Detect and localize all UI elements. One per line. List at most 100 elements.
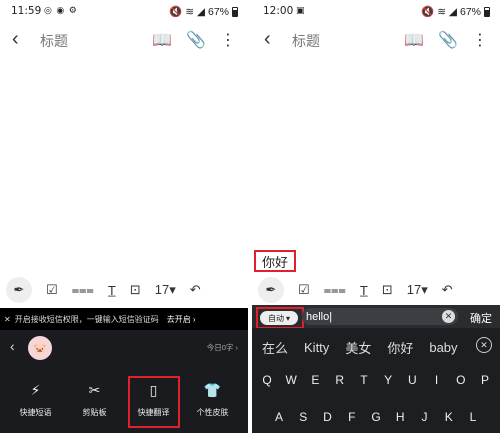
tool-quick-phrase[interactable]: ⚡ 快捷短语 bbox=[10, 382, 62, 418]
more-vertical-icon[interactable]: ⋮ bbox=[472, 30, 488, 50]
today-word-count: 今日0字 › bbox=[206, 343, 238, 352]
enable-link-label: 去开启 bbox=[166, 314, 191, 324]
tool-skin[interactable]: 👕 个性皮肤 bbox=[187, 382, 239, 418]
confirm-button[interactable]: 确定 bbox=[470, 310, 492, 326]
candidate-item[interactable]: 在么 bbox=[262, 338, 288, 357]
note-title[interactable]: 标题 bbox=[40, 31, 68, 51]
underline-text-icon[interactable]: T̲ bbox=[360, 283, 368, 298]
translate-input-value: hello bbox=[306, 310, 330, 323]
key[interactable]: T bbox=[353, 373, 375, 387]
status-bar: 11:59 ◎ ◉ ⚙ 🔇 ≋ ◢ 67% bbox=[0, 0, 248, 22]
status-time: 11:59 bbox=[11, 5, 42, 17]
topbar-actions: 📖 📎 ⋮ bbox=[404, 30, 488, 50]
tool-clipboard[interactable]: ✂ 剪贴板 bbox=[69, 382, 121, 418]
underline-text-icon[interactable]: T̲ bbox=[108, 283, 116, 298]
key[interactable]: W bbox=[280, 373, 302, 387]
status-time: 12:00 bbox=[263, 5, 294, 17]
status-notification-icons: ▣ bbox=[296, 5, 306, 15]
back-arrow-icon[interactable]: ‹ bbox=[12, 28, 19, 51]
notice-text: 开启接收短信权限，一键输入短信验证码 bbox=[14, 314, 159, 324]
status-signal-icons: 🔇 ≋ ◢ bbox=[169, 6, 205, 18]
book-icon[interactable]: 📖 bbox=[152, 30, 172, 50]
status-right: 🔇 ≋ ◢ 67% bbox=[421, 5, 490, 18]
text-style-icon[interactable]: ⩶ bbox=[72, 282, 94, 298]
key-row-1: Q W E R T Y U I O P bbox=[252, 373, 500, 387]
key[interactable]: I bbox=[426, 373, 448, 387]
status-bar: 12:00 ▣ 🔇 ≋ ◢ 67% bbox=[252, 0, 500, 22]
undo-icon[interactable]: ↶ bbox=[190, 282, 201, 298]
key[interactable]: J bbox=[414, 410, 436, 424]
translate-input[interactable]: hello | bbox=[302, 308, 458, 325]
key[interactable]: P bbox=[474, 373, 496, 387]
battery-icon bbox=[484, 6, 490, 17]
note-title[interactable]: 标题 bbox=[292, 31, 320, 51]
translate-bar: 自动 ▾ hello | ✕ 确定 bbox=[252, 305, 500, 329]
tool-label: 快捷短语 bbox=[19, 408, 52, 417]
battery-percent: 67% bbox=[207, 5, 229, 18]
key[interactable]: O bbox=[450, 373, 472, 387]
language-mode-label: 自动 bbox=[267, 313, 284, 323]
status-right: 🔇 ≋ ◢ 67% bbox=[169, 5, 238, 18]
text-style-icon[interactable]: ⩶ bbox=[324, 282, 346, 298]
key[interactable]: R bbox=[329, 373, 351, 387]
key[interactable]: K bbox=[438, 410, 460, 424]
status-notification-icons: ◎ ◉ ⚙ bbox=[44, 5, 78, 15]
font-size-value: 17 bbox=[154, 282, 170, 297]
phrase-icon: ⚡ bbox=[30, 382, 41, 398]
key[interactable]: Q bbox=[256, 373, 278, 387]
note-topbar: ‹ 标题 📖 📎 ⋮ bbox=[0, 24, 248, 56]
key[interactable]: G bbox=[365, 410, 387, 424]
undo-icon[interactable]: ↶ bbox=[442, 282, 453, 298]
key[interactable]: Y bbox=[377, 373, 399, 387]
shirt-icon: 👕 bbox=[203, 382, 222, 398]
paperclip-icon[interactable]: 📎 bbox=[438, 30, 458, 50]
book-icon[interactable]: 📖 bbox=[404, 30, 424, 50]
format-toolbar: ✒ ☑ ⩶ T̲ ⊡ 17▾ ↶ bbox=[252, 275, 500, 305]
topbar-actions: 📖 📎 ⋮ bbox=[152, 30, 236, 50]
candidate-item[interactable]: baby bbox=[429, 340, 457, 355]
chevron-left-icon[interactable]: ‹ bbox=[10, 338, 15, 354]
language-mode-dropdown[interactable]: 自动 ▾ bbox=[260, 311, 298, 325]
key[interactable]: U bbox=[401, 373, 423, 387]
tool-label: 剪贴板 bbox=[82, 408, 107, 417]
translate-highlight-box bbox=[128, 376, 180, 428]
pen-icon[interactable]: ✒ bbox=[6, 277, 32, 303]
back-arrow-icon[interactable]: ‹ bbox=[264, 28, 271, 51]
key[interactable]: F bbox=[341, 410, 363, 424]
sms-permission-notice: ✕ 开启接收短信权限，一键输入短信验证码 去开启 › bbox=[0, 308, 248, 330]
candidate-item[interactable]: 美女 bbox=[345, 338, 371, 357]
ime-tools: ⚡ 快捷短语 ✂ 剪贴板 ▯ 快捷翻译 👕 个性皮肤 bbox=[0, 382, 248, 418]
candidate-item[interactable]: Kitty bbox=[304, 340, 329, 355]
font-size-selector[interactable]: 17▾ bbox=[155, 282, 176, 298]
checkbox-icon[interactable]: ☑ bbox=[298, 282, 310, 298]
font-size-selector[interactable]: 17▾ bbox=[407, 282, 428, 298]
close-candidates-icon[interactable]: ✕ bbox=[476, 337, 492, 353]
key[interactable]: H bbox=[389, 410, 411, 424]
more-vertical-icon[interactable]: ⋮ bbox=[220, 30, 236, 50]
font-size-value: 17 bbox=[406, 282, 422, 297]
key[interactable]: A bbox=[268, 410, 290, 424]
enable-link[interactable]: 去开启 › bbox=[167, 314, 196, 325]
checkbox-icon[interactable]: ☑ bbox=[46, 282, 58, 298]
key[interactable]: E bbox=[304, 373, 326, 387]
note-body-text[interactable]: 你好 bbox=[254, 250, 296, 272]
key[interactable]: L bbox=[462, 410, 484, 424]
clear-icon[interactable]: ✕ bbox=[442, 310, 455, 323]
close-icon[interactable]: ✕ bbox=[4, 315, 11, 324]
keyboard: 在么 Kitty 美女 你好 baby ✕ Q W E R T Y U I O … bbox=[252, 328, 500, 433]
note-topbar: ‹ 标题 📖 📎 ⋮ bbox=[252, 24, 500, 56]
candidate-item[interactable]: 你好 bbox=[387, 338, 413, 357]
ime-panel: ✕ 开启接收短信权限，一键输入短信验证码 去开启 › ‹ 🐷 今日0字 › ⚡ … bbox=[0, 308, 248, 433]
right-screenshot: 12:00 ▣ 🔇 ≋ ◢ 67% ‹ 标题 📖 📎 ⋮ 你好 ✒ ☑ ⩶ T̲… bbox=[252, 0, 500, 433]
paperclip-icon[interactable]: 📎 bbox=[186, 30, 206, 50]
text-box-icon[interactable]: ⊡ bbox=[130, 282, 141, 298]
chevron-down-icon: ▾ bbox=[285, 313, 290, 323]
avatar[interactable]: 🐷 bbox=[28, 336, 52, 360]
text-box-icon[interactable]: ⊡ bbox=[382, 282, 393, 298]
ime-header: ‹ 🐷 今日0字 › bbox=[0, 334, 248, 362]
battery-percent: 67% bbox=[459, 5, 481, 18]
key[interactable]: S bbox=[292, 410, 314, 424]
candidate-bar: 在么 Kitty 美女 你好 baby bbox=[252, 338, 500, 357]
pen-icon[interactable]: ✒ bbox=[258, 277, 284, 303]
key[interactable]: D bbox=[317, 410, 339, 424]
